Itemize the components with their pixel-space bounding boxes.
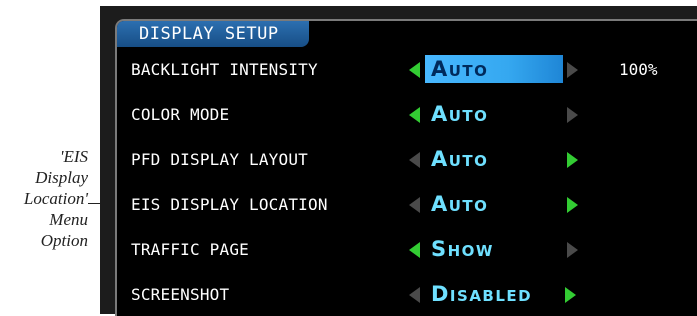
setting-label: TRAFFIC PAGE (131, 240, 249, 259)
callout-line: Location' (23, 189, 88, 208)
callout-line: Menu (49, 210, 88, 229)
setting-value-selector[interactable]: Show (425, 235, 500, 263)
window-title-bar: DISPLAY SETUP (117, 21, 309, 47)
setting-value-selector[interactable]: Disabled (425, 280, 538, 308)
intensity-percent: 100% (619, 60, 658, 79)
setting-value-selector[interactable]: Auto (425, 145, 494, 173)
callout-label: 'EIS Display Location' Menu Option (4, 146, 88, 251)
right-arrow-icon[interactable] (567, 107, 578, 123)
setting-row-pfd-display-layout[interactable]: PFD DISPLAY LAYOUT Auto (117, 142, 697, 178)
setting-value-selector[interactable]: Auto (425, 55, 563, 83)
setting-value-selector[interactable]: Auto (425, 190, 494, 218)
window-title: DISPLAY SETUP (139, 24, 279, 44)
setting-row-color-mode[interactable]: COLOR MODE Auto (117, 97, 697, 133)
callout-line: Display (35, 168, 88, 187)
right-arrow-icon[interactable] (567, 152, 578, 168)
right-arrow-icon[interactable] (567, 197, 578, 213)
setting-label: COLOR MODE (131, 105, 230, 124)
setting-row-traffic-page[interactable]: TRAFFIC PAGE Show (117, 232, 697, 268)
right-arrow-icon[interactable] (567, 242, 578, 258)
setting-row-backlight-intensity[interactable]: BACKLIGHT INTENSITY Auto 100% (117, 52, 697, 88)
setting-label: BACKLIGHT INTENSITY (131, 60, 318, 79)
setting-row-screenshot[interactable]: SCREENSHOT Disabled (117, 277, 697, 313)
left-arrow-icon[interactable] (409, 197, 420, 213)
setting-label: PFD DISPLAY LAYOUT (131, 150, 308, 169)
left-arrow-icon[interactable] (409, 62, 420, 78)
callout-line: 'EIS (59, 147, 88, 166)
setting-value-selector[interactable]: Auto (425, 100, 494, 128)
callout-line: Option (40, 231, 88, 250)
setting-label: EIS DISPLAY LOCATION (131, 195, 328, 214)
setting-row-eis-display-location[interactable]: EIS DISPLAY LOCATION Auto (117, 187, 697, 223)
left-arrow-icon[interactable] (409, 152, 420, 168)
right-arrow-icon[interactable] (567, 62, 578, 78)
left-arrow-icon[interactable] (409, 107, 420, 123)
left-arrow-icon[interactable] (409, 242, 420, 258)
display-setup-window: DISPLAY SETUP BACKLIGHT INTENSITY Auto 1… (115, 19, 697, 316)
left-arrow-icon[interactable] (409, 287, 420, 303)
right-arrow-icon[interactable] (565, 287, 576, 303)
setting-label: SCREENSHOT (131, 285, 230, 304)
